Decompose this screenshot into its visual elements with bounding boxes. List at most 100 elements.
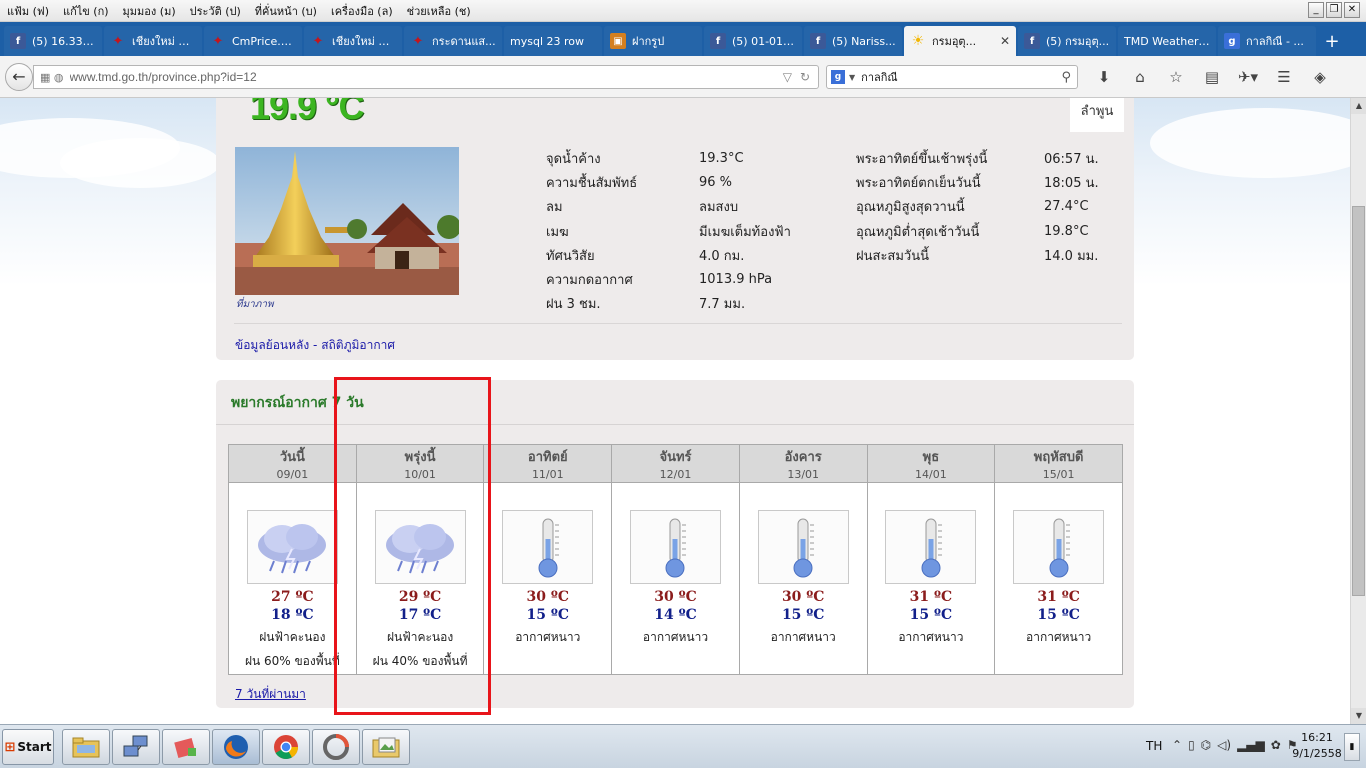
file-explorer-icon[interactable] bbox=[62, 729, 110, 765]
scroll-up-arrow-icon[interactable]: ▲ bbox=[1351, 98, 1366, 114]
facebook-icon: f bbox=[10, 33, 26, 49]
minimize-icon[interactable]: _ bbox=[1308, 2, 1324, 18]
stat-value: ลมสงบ bbox=[699, 200, 739, 216]
back-button[interactable]: ← bbox=[5, 63, 33, 91]
search-icon[interactable]: ⚲ bbox=[1061, 70, 1071, 85]
menu-icon[interactable]: ☰ bbox=[1266, 65, 1302, 89]
show-desktop-button[interactable]: ▮ bbox=[1344, 733, 1360, 761]
menu-tools[interactable]: เครื่องมือ (ล) bbox=[324, 2, 400, 20]
system-clock[interactable]: 16:21 9/1/2558 bbox=[1292, 730, 1342, 762]
start-label: Start bbox=[17, 740, 52, 754]
browser-tab[interactable]: ✦ กระดานแส... bbox=[404, 26, 502, 56]
system-tray: ⌃ ▯ ⌬ ◁) ▂▄▆ ✿ ⚑ bbox=[1172, 738, 1298, 752]
scrollbar-thumb[interactable] bbox=[1352, 206, 1365, 596]
browser-tab[interactable]: ✦ เชียงใหม่ ชุ... bbox=[104, 26, 202, 56]
stat-row: ฝน 3 ชม. 7.7 มม. bbox=[546, 292, 791, 316]
url-input[interactable] bbox=[69, 70, 783, 84]
browser-tab[interactable]: f (5) 16.33 ... bbox=[4, 26, 102, 56]
menu-file[interactable]: แฟ้ม (ฟ) bbox=[0, 2, 56, 20]
menu-bookmarks[interactable]: ที่คั่นหน้า (บ) bbox=[248, 2, 324, 20]
stat-label: ความกดอากาศ bbox=[546, 273, 633, 289]
history-statistics-link[interactable]: ข้อมูลย้อนหลัง - สถิติภูมิอากาศ bbox=[235, 336, 395, 355]
url-dropdown-icon[interactable]: ▽ bbox=[783, 70, 792, 84]
extension-icon[interactable]: ◈ bbox=[1302, 65, 1338, 89]
browser-tab-active[interactable]: ☀ กรมอุตุ... ✕ bbox=[904, 26, 1016, 56]
chrome-icon[interactable] bbox=[262, 729, 310, 765]
stat-row: อุณหภูมิสูงสุดวานนี้ 27.4°C bbox=[856, 195, 1099, 219]
current-temperature: 19.9 °C bbox=[250, 98, 364, 127]
camstudio-icon[interactable] bbox=[312, 729, 360, 765]
search-engine-dropdown-icon[interactable]: ▼ bbox=[849, 73, 855, 82]
browser-tab[interactable]: mysql 23 row bbox=[504, 26, 602, 56]
browser-tab[interactable]: f (5) กรมอุตุ... bbox=[1018, 26, 1116, 56]
menu-help[interactable]: ช่วยเหลือ (ช) bbox=[400, 2, 478, 20]
input-language[interactable]: TH bbox=[1146, 739, 1162, 753]
usb-icon[interactable]: ⌬ bbox=[1201, 738, 1211, 752]
forecast-day-header: อังคาร 13/01 bbox=[738, 444, 868, 483]
stat-value: 96 % bbox=[699, 174, 733, 190]
restore-icon[interactable]: ❐ bbox=[1326, 2, 1342, 18]
day-date: 10/01 bbox=[404, 468, 436, 481]
menu-edit[interactable]: แก้ไข (ก) bbox=[56, 2, 116, 20]
start-button[interactable]: ⊞ Start bbox=[2, 729, 54, 765]
reading-list-icon[interactable]: ▤ bbox=[1194, 65, 1230, 89]
close-tab-icon[interactable]: ✕ bbox=[1000, 34, 1010, 48]
page-scrollbar[interactable]: ▲ ▼ bbox=[1350, 98, 1366, 724]
browser-tab[interactable]: f (5) 01-01-... bbox=[704, 26, 802, 56]
volume-icon[interactable]: ◁) bbox=[1217, 738, 1231, 752]
bird-icon: ✦ bbox=[212, 33, 224, 49]
thermometer-icon bbox=[502, 510, 594, 584]
forecast-day-cell: 30 ºC 15 ºC อากาศหนาว bbox=[483, 482, 613, 675]
show-hidden-icons-icon[interactable]: ⌃ bbox=[1172, 738, 1182, 752]
browser-tab[interactable]: ✦ เชียงใหม่ ชุ... bbox=[304, 26, 402, 56]
facebook-icon: f bbox=[1024, 33, 1040, 49]
menu-view[interactable]: มุมมอง (ม) bbox=[116, 2, 183, 20]
new-tab-icon[interactable]: + bbox=[1318, 26, 1346, 56]
image-viewer-icon[interactable] bbox=[362, 729, 410, 765]
browser-tab[interactable]: g กาลกิณี - ... bbox=[1218, 26, 1316, 56]
reload-icon[interactable]: ↻ bbox=[800, 70, 810, 84]
min-temperature: 15 ºC bbox=[909, 607, 953, 623]
stat-value: 4.0 กม. bbox=[699, 248, 745, 264]
max-temperature: 30 ºC bbox=[526, 589, 570, 605]
firefox-icon[interactable] bbox=[212, 729, 260, 765]
home-icon[interactable]: ⌂ bbox=[1122, 65, 1158, 89]
tab-label: (5) 01-01-... bbox=[732, 34, 796, 48]
page-info-icon[interactable]: ▦ ◍ bbox=[40, 71, 64, 84]
download-icon[interactable]: ⬇ bbox=[1086, 65, 1122, 89]
signal-bars-icon[interactable]: ▂▄▆ bbox=[1237, 738, 1265, 752]
browser-tab[interactable]: ✦ CmPrice.c... bbox=[204, 26, 302, 56]
google-search-engine-icon[interactable]: g bbox=[831, 70, 845, 84]
forecast-header-row: วันนี้ 09/01 พรุ่งนี้ 10/01 อาทิตย์ 11/01 จ… bbox=[228, 444, 1123, 483]
forecast-day-header: จันทร์ 12/01 bbox=[611, 444, 740, 483]
max-temperature: 31 ºC bbox=[1037, 589, 1080, 605]
address-bar: ▦ ◍ ▽ ↻ bbox=[33, 65, 819, 89]
windows-logo-icon: ⊞ bbox=[4, 739, 16, 755]
addon-icon[interactable]: ✈▾ bbox=[1230, 65, 1266, 89]
search-input[interactable] bbox=[861, 70, 1062, 84]
max-temperature: 31 ºC bbox=[909, 589, 953, 605]
province-name[interactable]: ลำพูน bbox=[1070, 98, 1124, 132]
bookmark-star-icon[interactable]: ☆ bbox=[1158, 65, 1194, 89]
notepad-icon[interactable] bbox=[162, 729, 210, 765]
network-status-icon[interactable]: ✿ bbox=[1271, 738, 1281, 752]
browser-tab[interactable]: ▣ ฝากรูป bbox=[604, 26, 702, 56]
forecast-day-cell: 29 ºC 17 ºC ฝนฟ้าคะนอง ฝน 40% ของพื้นที่ bbox=[355, 482, 485, 675]
forecast-body-row: 27 ºC 18 ºC ฝนฟ้าคะนอง ฝน 60% ของพื้นที่… bbox=[228, 482, 1123, 675]
close-icon[interactable]: ✕ bbox=[1344, 2, 1360, 18]
facebook-icon: f bbox=[810, 33, 826, 49]
photo-credit-link[interactable]: ที่มาภาพ bbox=[236, 297, 274, 312]
background-cloud bbox=[1150, 108, 1350, 178]
weather-condition: อากาศหนาว bbox=[770, 630, 836, 644]
scroll-down-arrow-icon[interactable]: ▼ bbox=[1351, 708, 1366, 724]
min-temperature: 15 ºC bbox=[526, 607, 570, 623]
browser-tab[interactable]: f (5) Nariss... bbox=[804, 26, 902, 56]
browser-tab[interactable]: TMD Weather ... bbox=[1118, 26, 1216, 56]
past-7-days-link[interactable]: 7 วันที่ผ่านมา bbox=[235, 685, 306, 704]
network-icon[interactable] bbox=[112, 729, 160, 765]
menu-history[interactable]: ประวัติ (ป) bbox=[183, 2, 248, 20]
forecast-day-header: อาทิตย์ 11/01 bbox=[483, 444, 613, 483]
weather-condition: อากาศหนาว bbox=[515, 630, 581, 644]
device-icon[interactable]: ▯ bbox=[1188, 738, 1195, 752]
sun-icon: ☀ bbox=[911, 33, 925, 49]
